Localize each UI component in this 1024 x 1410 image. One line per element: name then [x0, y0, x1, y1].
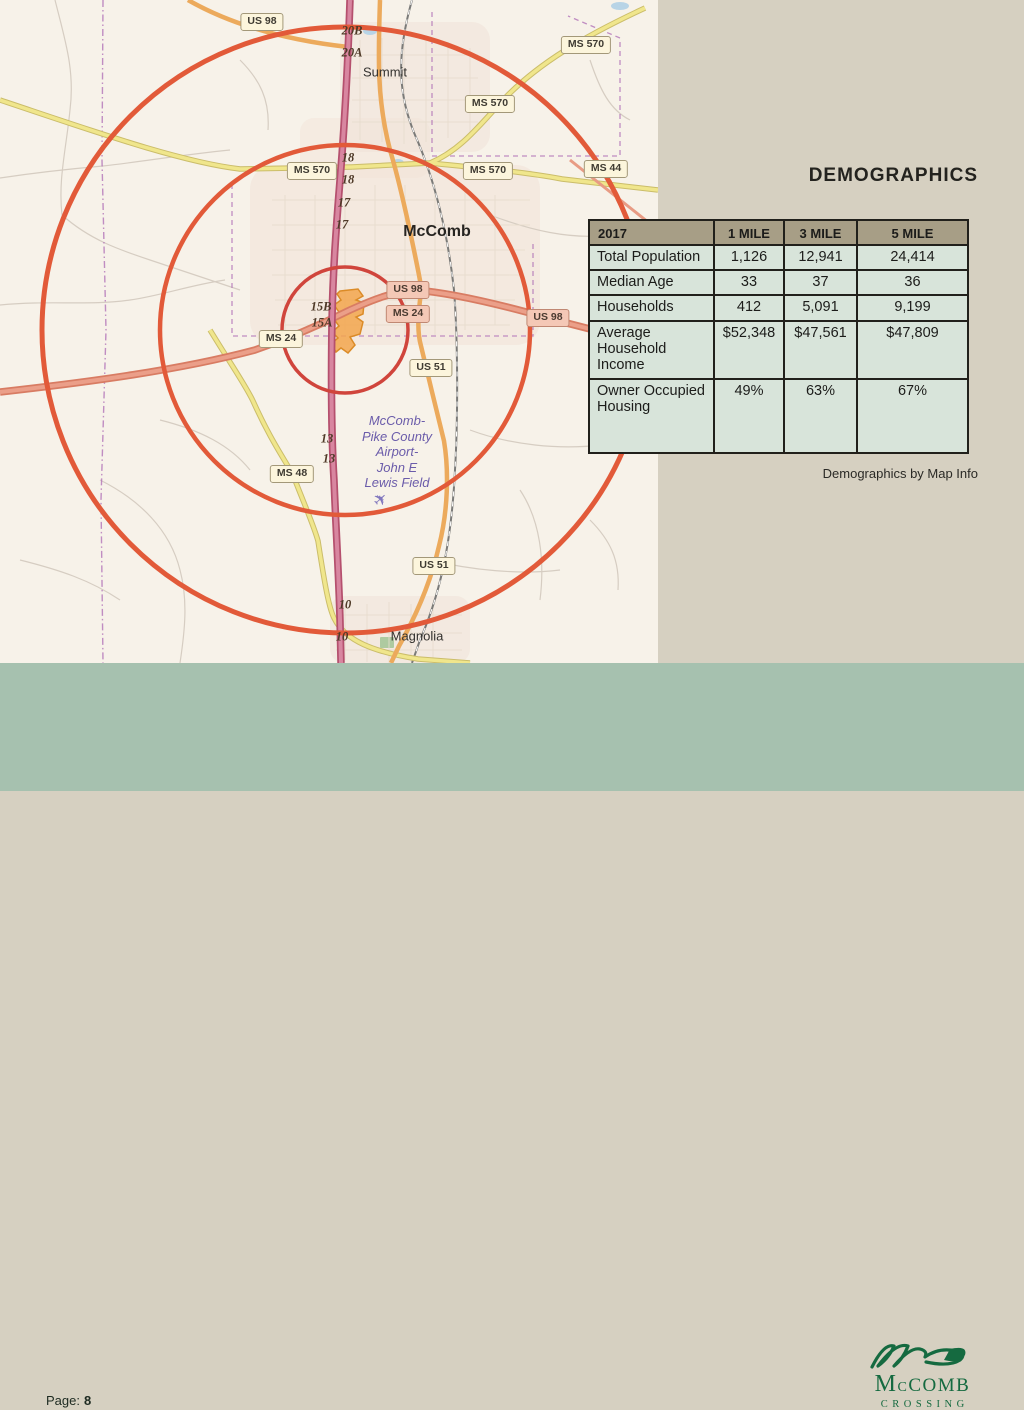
route-badge-ms570-e: MS 570 — [463, 162, 513, 180]
town-label-summit: Summit — [363, 66, 407, 79]
route-badge-ms24-c: MS 24 — [386, 305, 430, 323]
mccomb-crossing-logo: MCCOMB CROSSING — [840, 1335, 1005, 1410]
cell-value: 36 — [857, 270, 968, 295]
table-row: Median Age 33 37 36 — [589, 270, 968, 295]
cell-value: $47,809 — [857, 321, 968, 379]
route-badge-ms570-w: MS 570 — [287, 162, 337, 180]
town-label-magnolia: Magnolia — [391, 630, 444, 643]
cell-value: 63% — [784, 379, 857, 453]
exit-label: 20B — [342, 24, 363, 39]
route-badge-us98-nw: US 98 — [240, 13, 283, 31]
map-graphics — [0, 0, 658, 663]
pond — [611, 2, 629, 10]
cell-value: 1,126 — [714, 245, 784, 270]
route-badge-us51-mid: US 51 — [409, 359, 452, 377]
slide-page: { "header": { "title": "DEMOGRAPHICS" },… — [0, 0, 1024, 791]
town-label-mccomb: McComb — [403, 224, 471, 240]
column-header-5mile: 5 MILE — [857, 220, 968, 245]
demographics-table: 2017 1 MILE 3 MILE 5 MILE Total Populati… — [588, 219, 969, 454]
row-label: Owner Occupied Housing — [589, 379, 714, 453]
route-badge-ms570-mid: MS 570 — [465, 95, 515, 113]
table-source-caption: Demographics by Map Info — [823, 466, 978, 481]
cell-value: 24,414 — [857, 245, 968, 270]
exit-label: 17 — [336, 218, 349, 233]
page-title: DEMOGRAPHICS — [809, 165, 978, 187]
exit-label: 18 — [342, 173, 355, 188]
route-badge-ms44: MS 44 — [584, 160, 628, 178]
table-row: Owner Occupied Housing 49% 63% 67% — [589, 379, 968, 453]
cell-value: 49% — [714, 379, 784, 453]
radius-map: Summit McComb Magnolia US 98 MS 570 MS 5… — [0, 0, 658, 663]
route-badge-us51-s: US 51 — [412, 557, 455, 575]
table-header-row: 2017 1 MILE 3 MILE 5 MILE — [589, 220, 968, 245]
exit-label: 10 — [339, 598, 352, 613]
cell-value: $47,561 — [784, 321, 857, 379]
row-label: Total Population — [589, 245, 714, 270]
route-badge-ms24-w: MS 24 — [259, 330, 303, 348]
page-number-value: 8 — [84, 1393, 91, 1408]
route-badge-ms48: MS 48 — [270, 465, 314, 483]
logo-swoosh-icon — [864, 1335, 982, 1371]
cell-value: 33 — [714, 270, 784, 295]
column-header-1mile: 1 MILE — [714, 220, 784, 245]
cell-value: 12,941 — [784, 245, 857, 270]
route-badge-us98-c: US 98 — [386, 281, 429, 299]
exit-label: 10 — [336, 630, 349, 645]
route-badge-us98-e: US 98 — [526, 309, 569, 327]
airport-label: McComb- Pike County Airport- John E Lewi… — [327, 413, 467, 491]
column-header-3mile: 3 MILE — [784, 220, 857, 245]
exit-label: 15A — [312, 316, 333, 331]
page-label: Page: — [46, 1393, 80, 1408]
exit-label: 15B — [311, 300, 332, 315]
cell-value: 412 — [714, 295, 784, 321]
row-label: Median Age — [589, 270, 714, 295]
cell-value: 9,199 — [857, 295, 968, 321]
exit-label: 17 — [338, 196, 351, 211]
table-row: Total Population 1,126 12,941 24,414 — [589, 245, 968, 270]
table-row: Average Household Income $52,348 $47,561… — [589, 321, 968, 379]
exit-label: 18 — [342, 151, 355, 166]
row-label: Average Household Income — [589, 321, 714, 379]
cell-value: $52,348 — [714, 321, 784, 379]
logo-wordmark: MCCOMB — [840, 1372, 1005, 1396]
cell-value: 37 — [784, 270, 857, 295]
column-header-year: 2017 — [589, 220, 714, 245]
exit-label: 20A — [342, 46, 363, 61]
table-row: Households 412 5,091 9,199 — [589, 295, 968, 321]
footer-band: Page:8 MCCOMB CROSSING — [0, 663, 1024, 791]
row-label: Households — [589, 295, 714, 321]
route-badge-ms570-ne: MS 570 — [561, 36, 611, 54]
logo-subtext: CROSSING — [840, 1399, 1005, 1410]
cell-value: 67% — [857, 379, 968, 453]
page-number: Page: 8 — [46, 1393, 91, 1408]
cell-value: 5,091 — [784, 295, 857, 321]
